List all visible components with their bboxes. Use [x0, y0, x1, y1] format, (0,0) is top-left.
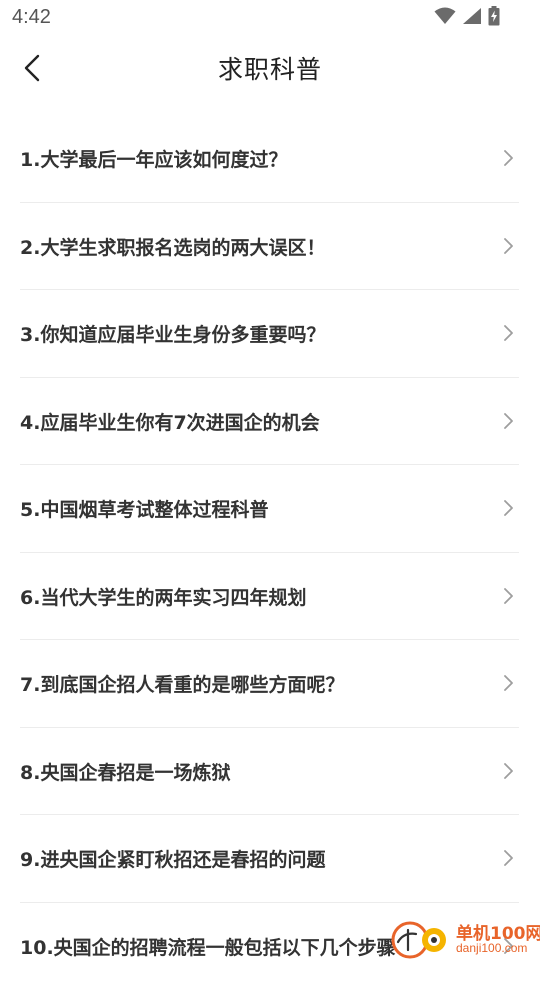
watermark: 单机100网 danji100.com	[390, 916, 540, 960]
list-item[interactable]: 6.当代大学生的两年实习四年规划	[20, 553, 519, 641]
list-item-label: 6.当代大学生的两年实习四年规划	[20, 583, 306, 610]
watermark-url: danji100.com	[456, 941, 527, 955]
list-item-label: 5.中国烟草考试整体过程科普	[20, 495, 268, 522]
wifi-icon	[434, 7, 456, 29]
cellular-signal-icon	[462, 7, 482, 29]
status-time: 4:42	[12, 6, 51, 29]
nav-bar: 求职科普	[0, 36, 540, 100]
chevron-right-icon	[501, 324, 515, 342]
chevron-right-icon	[501, 762, 515, 780]
status-bar: 4:42	[0, 0, 540, 36]
list-item-label: 9.进央国企紧盯秋招还是春招的问题	[20, 845, 325, 872]
chevron-right-icon	[501, 237, 515, 255]
danji100-logo-icon	[390, 918, 454, 962]
list-item[interactable]: 1.大学最后一年应该如何度过？	[20, 115, 519, 203]
list-item-label: 3.你知道应届毕业生身份多重要吗？	[20, 320, 325, 347]
list-item[interactable]: 7.到底国企招人看重的是哪些方面呢？	[20, 640, 519, 728]
chevron-right-icon	[501, 412, 515, 430]
chevron-right-icon	[501, 849, 515, 867]
chevron-right-icon	[501, 149, 515, 167]
list-item-label: 1.大学最后一年应该如何度过？	[20, 145, 287, 172]
list-item-label: 8.央国企春招是一场炼狱	[20, 758, 230, 785]
battery-charging-icon	[488, 6, 500, 30]
list-item-label: 2.大学生求职报名选岗的两大误区！	[20, 233, 325, 260]
list-item[interactable]: 8.央国企春招是一场炼狱	[20, 728, 519, 816]
status-icons	[434, 8, 500, 28]
list-item-label: 10.央国企的招聘流程一般包括以下几个步骤	[20, 933, 396, 960]
page-title: 求职科普	[0, 50, 540, 86]
article-list: 1.大学最后一年应该如何度过？ 2.大学生求职报名选岗的两大误区！ 3.你知道应…	[20, 115, 519, 990]
list-item[interactable]: 3.你知道应届毕业生身份多重要吗？	[20, 290, 519, 378]
list-item-label: 7.到底国企招人看重的是哪些方面呢？	[20, 670, 344, 697]
chevron-right-icon	[501, 674, 515, 692]
chevron-right-icon	[501, 499, 515, 517]
list-item[interactable]: 9.进央国企紧盯秋招还是春招的问题	[20, 815, 519, 903]
chevron-right-icon	[501, 587, 515, 605]
list-item[interactable]: 2.大学生求职报名选岗的两大误区！	[20, 203, 519, 291]
list-item[interactable]: 5.中国烟草考试整体过程科普	[20, 465, 519, 553]
list-item-label: 4.应届毕业生你有7次进国企的机会	[20, 408, 320, 435]
list-item[interactable]: 4.应届毕业生你有7次进国企的机会	[20, 378, 519, 466]
